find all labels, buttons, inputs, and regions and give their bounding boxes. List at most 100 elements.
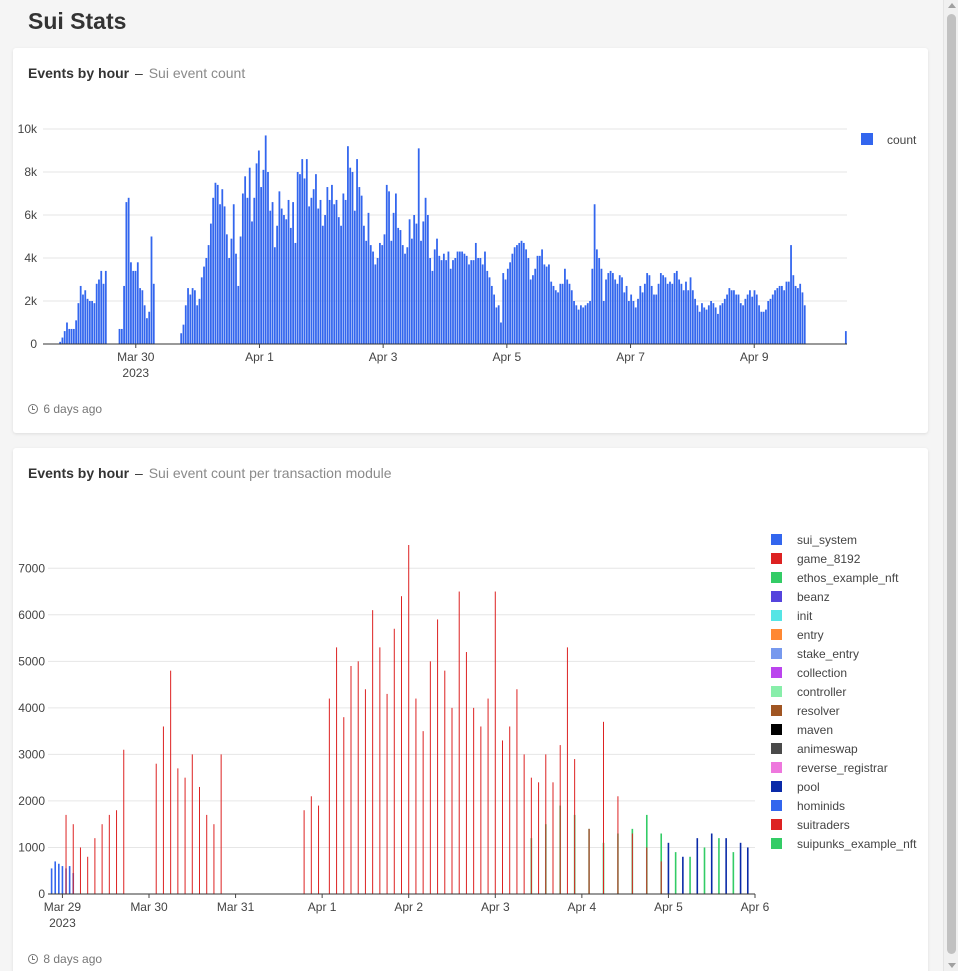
bar [769, 298, 772, 344]
bar [550, 281, 553, 344]
bar [465, 652, 467, 894]
bar [497, 305, 500, 344]
bar [257, 150, 260, 344]
bar [602, 301, 605, 344]
bar [554, 290, 557, 344]
bar [146, 318, 148, 344]
bar [516, 245, 518, 344]
legend-swatch [771, 667, 782, 678]
bar [536, 255, 539, 344]
bar [337, 217, 340, 344]
bar [203, 266, 205, 344]
bar [228, 258, 231, 344]
legend-swatch [861, 133, 873, 145]
bar [342, 193, 345, 344]
bar [660, 861, 662, 894]
bar [627, 301, 630, 344]
y-tick-label: 5000 [18, 654, 45, 668]
bar [650, 285, 653, 344]
bar [518, 242, 521, 344]
bar [746, 847, 749, 894]
bar [575, 305, 578, 344]
bar [783, 290, 786, 344]
bar [191, 754, 193, 894]
bar [792, 275, 795, 344]
scroll-down-arrow-icon[interactable] [948, 963, 956, 968]
legend-label: pool [797, 780, 820, 794]
bar [758, 305, 760, 344]
bar [303, 178, 306, 344]
bar [350, 665, 352, 894]
bar [617, 796, 619, 894]
bar [127, 197, 130, 344]
bar [449, 268, 452, 344]
bar [331, 184, 333, 344]
bar [139, 288, 141, 344]
bar [744, 298, 747, 344]
x-tick-label: Apr 5 [493, 350, 522, 364]
bar [184, 305, 187, 344]
bar [696, 838, 699, 894]
bar [376, 258, 379, 344]
bar [177, 768, 179, 894]
scroll-thumb[interactable] [947, 14, 956, 954]
bar [523, 754, 525, 894]
bar [61, 866, 64, 894]
bar [678, 279, 681, 344]
bar [318, 805, 320, 894]
bar [732, 852, 735, 894]
bar [104, 270, 107, 344]
bar [463, 253, 466, 344]
bar [420, 240, 422, 344]
legend-label: collection [797, 666, 847, 680]
bar [294, 242, 297, 344]
bar [101, 824, 103, 894]
bar [241, 193, 244, 344]
bar [408, 545, 410, 894]
last-updated: 8 days ago [28, 952, 102, 966]
y-tick-label: 0 [38, 887, 45, 901]
scrollbar[interactable] [943, 0, 958, 971]
bar [207, 245, 210, 344]
bar [447, 251, 450, 344]
bar [349, 167, 352, 344]
bar [710, 301, 712, 344]
bar [413, 215, 416, 344]
bar [79, 847, 81, 894]
bar [303, 810, 305, 894]
bar [429, 661, 431, 894]
bar [248, 167, 251, 344]
bar [66, 322, 68, 344]
card-header: Events by hour – Sui event count per tra… [28, 465, 392, 481]
bar [680, 283, 683, 344]
legend-label: entry [797, 628, 824, 642]
bar [694, 298, 696, 344]
bar [675, 270, 678, 344]
y-tick-label: 10k [18, 122, 38, 136]
bar [525, 249, 527, 344]
scroll-up-arrow-icon[interactable] [948, 3, 956, 8]
bar [730, 290, 733, 344]
bar [415, 698, 417, 894]
bar [436, 238, 438, 344]
bar [324, 215, 326, 344]
bar [410, 238, 413, 344]
bar [308, 206, 310, 344]
bar [721, 303, 724, 344]
bar [50, 868, 53, 894]
bar [662, 275, 665, 344]
bar [150, 236, 153, 344]
legend-label: suitraders [797, 818, 850, 832]
bar [641, 292, 644, 344]
bar [262, 169, 265, 344]
bar [559, 745, 561, 894]
bar [545, 754, 547, 894]
bar [189, 294, 192, 344]
bar [739, 842, 742, 894]
bar [623, 292, 626, 344]
bar [527, 258, 530, 344]
bar [511, 253, 514, 344]
bar [530, 777, 532, 894]
bar [79, 285, 82, 344]
bar [255, 163, 258, 344]
